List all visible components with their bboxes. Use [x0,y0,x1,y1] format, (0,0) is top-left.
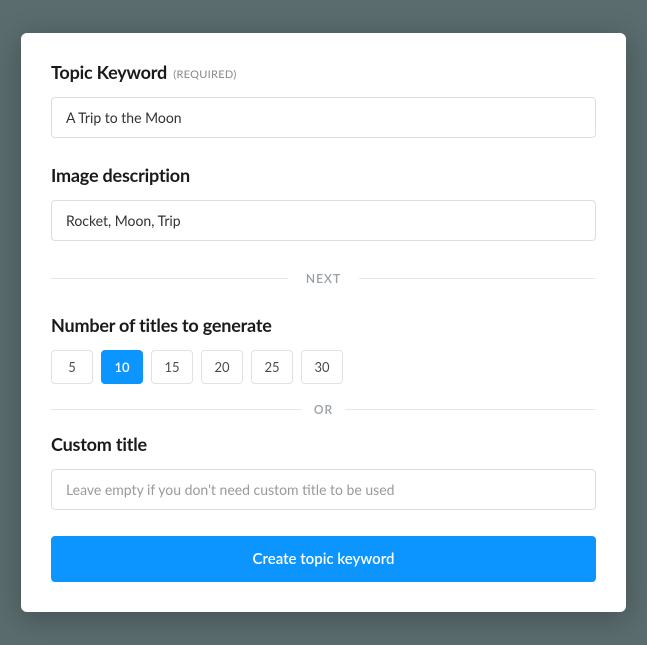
image-description-section: Image description [51,164,596,241]
next-divider-label: NEXT [306,271,341,286]
or-divider: OR [51,402,596,417]
titles-count-option-20[interactable]: 20 [201,350,243,384]
create-topic-keyword-button[interactable]: Create topic keyword [51,536,596,582]
topic-keyword-section: Topic Keyword (REQUIRED) [51,61,596,138]
divider-line [51,278,288,279]
image-description-input[interactable] [51,200,596,241]
divider-line [51,409,302,410]
next-divider: NEXT [51,271,596,286]
titles-count-options: 51015202530 [51,350,596,384]
titles-count-option-25[interactable]: 25 [251,350,293,384]
titles-count-option-10[interactable]: 10 [101,350,143,384]
custom-title-section: Custom title [51,433,596,510]
custom-title-label: Custom title [51,433,596,455]
or-divider-label: OR [314,402,333,417]
image-description-label: Image description [51,164,596,186]
divider-line [345,409,596,410]
titles-count-option-30[interactable]: 30 [301,350,343,384]
titles-count-section: Number of titles to generate 51015202530 [51,314,596,384]
titles-count-option-15[interactable]: 15 [151,350,193,384]
divider-line [359,278,596,279]
form-card: Topic Keyword (REQUIRED) Image descripti… [21,33,626,612]
custom-title-input[interactable] [51,469,596,510]
topic-keyword-input[interactable] [51,97,596,138]
topic-keyword-label: Topic Keyword (REQUIRED) [51,61,596,83]
titles-count-option-5[interactable]: 5 [51,350,93,384]
required-tag: (REQUIRED) [173,68,236,81]
topic-keyword-label-text: Topic Keyword [51,61,167,83]
titles-count-label: Number of titles to generate [51,314,596,336]
